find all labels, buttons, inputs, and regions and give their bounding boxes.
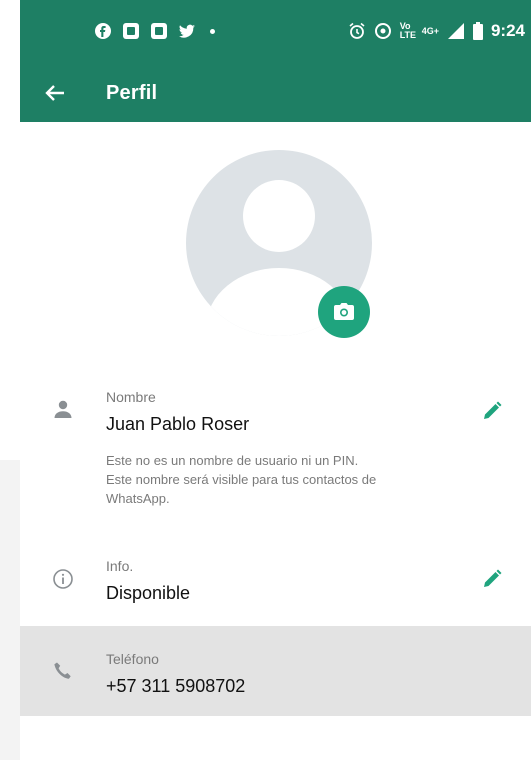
name-hint-line: WhatsApp. [106,491,170,506]
phone-value: +57 311 5908702 [106,676,246,696]
profile-screen: Vo LTE 4G+ 9:24 Perfil Nombre Juan Pablo… [20,0,531,770]
phone-row[interactable]: Teléfono +57 311 5908702 [20,626,531,716]
back-button[interactable] [40,78,70,108]
app-icon [150,22,168,40]
info-value[interactable]: Disponible [106,583,190,604]
name-value[interactable]: Juan Pablo Roser [106,414,249,435]
pencil-icon [484,401,502,419]
name-hint: Este no es un nombre de usuario ni un PI… [106,451,486,508]
battery-icon [472,22,483,40]
person-icon [50,396,76,422]
hotspot-icon [374,22,392,40]
phone-label: Teléfono [106,651,159,667]
twitter-icon [178,22,196,40]
camera-icon [334,303,354,320]
name-hint-line: Este nombre será visible para tus contac… [106,472,377,487]
change-photo-button[interactable] [318,286,370,338]
pencil-icon [484,569,502,587]
profile-photo[interactable] [186,150,372,338]
status-bar: Vo LTE 4G+ 9:24 [20,0,531,64]
facebook-icon [94,22,112,40]
4g-signal-icon [447,22,465,40]
info-icon [50,566,76,592]
name-hint-line: Este no es un nombre de usuario ni un PI… [106,453,359,468]
avatar-head-shape [243,180,315,252]
clock: 9:24 [490,21,525,40]
info-label: Info. [106,558,134,574]
name-label: Nombre [106,389,156,405]
network-type: 4G+ [421,25,439,36]
phone-icon [50,658,76,684]
volte-indicator: Vo LTE [399,21,417,40]
notification-icons [94,20,215,42]
system-icons: Vo LTE 4G+ 9:24 [348,20,525,42]
left-edge-shadow [0,460,20,760]
toolbar: Perfil [20,70,531,118]
dot-icon [210,28,215,34]
edit-name-button[interactable] [478,397,506,425]
app-icon [122,22,140,40]
alarm-icon [348,22,366,40]
page-title: Perfil [106,82,158,104]
app-bar: Vo LTE 4G+ 9:24 Perfil [20,0,531,122]
edit-info-button[interactable] [478,565,506,593]
arrow-left-icon [45,85,64,101]
